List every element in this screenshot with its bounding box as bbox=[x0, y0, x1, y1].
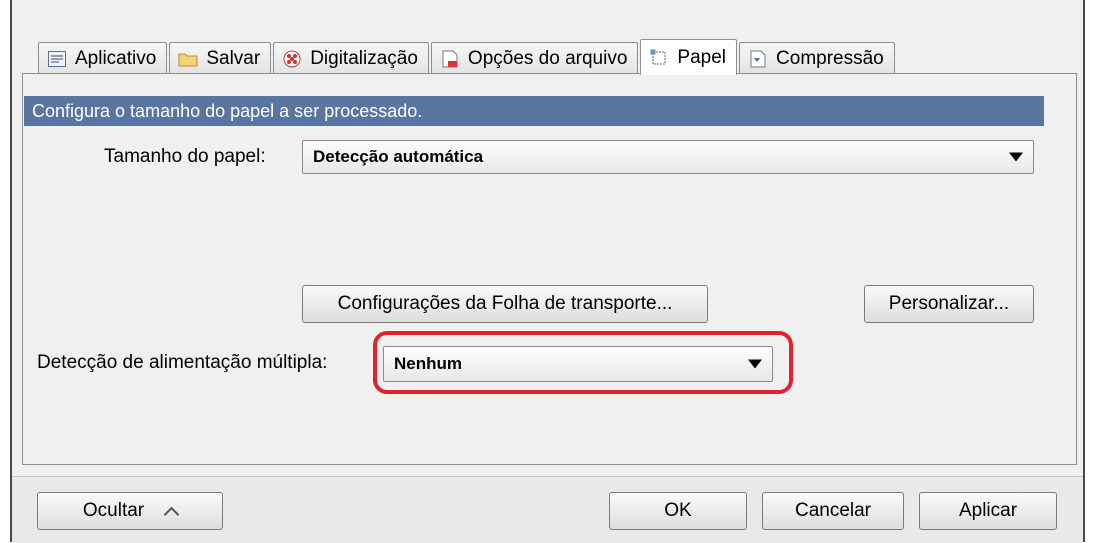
dropdown-arrow-icon bbox=[748, 359, 762, 369]
cancel-button[interactable]: Cancelar bbox=[762, 492, 904, 530]
paper-size-label: Tamanho do papel: bbox=[104, 146, 266, 167]
paper-size-value: Detecção automática bbox=[313, 147, 484, 166]
paper-size-select[interactable]: Detecção automática bbox=[302, 140, 1034, 174]
tab-aplicativo[interactable]: Aplicativo bbox=[38, 42, 168, 74]
hide-label: Ocultar bbox=[82, 500, 145, 521]
scan-pattern-icon bbox=[282, 50, 302, 68]
apply-button[interactable]: Aplicar bbox=[919, 492, 1057, 530]
ok-button[interactable]: OK bbox=[609, 492, 747, 530]
carrier-sheet-settings-button[interactable]: Configurações da Folha de transporte... bbox=[302, 285, 708, 323]
compression-icon bbox=[748, 50, 768, 68]
paper-icon bbox=[649, 49, 669, 67]
dropdown-arrow-icon bbox=[1009, 152, 1023, 162]
paper-settings-panel bbox=[22, 73, 1077, 465]
panel-description: Configura o tamanho do papel a ser proce… bbox=[24, 96, 1044, 126]
tab-opcoes-do-arquivo[interactable]: Opções do arquivo bbox=[430, 42, 639, 74]
multifeed-label: Detecção de alimentação múltipla: bbox=[37, 352, 328, 373]
tab-label: Aplicativo bbox=[75, 47, 157, 69]
tab-compressao[interactable]: Compressão bbox=[739, 42, 895, 74]
customize-button[interactable]: Personalizar... bbox=[864, 285, 1034, 323]
multifeed-select[interactable]: Nenhum bbox=[383, 346, 773, 382]
app-list-icon bbox=[47, 50, 67, 68]
multifeed-value: Nenhum bbox=[394, 354, 462, 373]
tab-label: Digitalização bbox=[310, 47, 418, 69]
tab-label: Salvar bbox=[206, 47, 261, 69]
folder-icon bbox=[178, 50, 198, 68]
file-options-icon bbox=[440, 50, 460, 68]
hide-button[interactable]: Ocultar bbox=[37, 492, 223, 530]
tab-strip: Aplicativo Salvar Digitalização Opções d… bbox=[38, 38, 897, 75]
chevron-up-icon bbox=[163, 506, 180, 522]
tab-papel[interactable]: Papel bbox=[640, 39, 738, 75]
tab-digitalizacao[interactable]: Digitalização bbox=[273, 42, 429, 74]
tab-salvar[interactable]: Salvar bbox=[169, 42, 272, 74]
tab-label: Compressão bbox=[776, 47, 884, 69]
tab-label: Papel bbox=[677, 46, 727, 68]
tab-label: Opções do arquivo bbox=[467, 47, 628, 69]
